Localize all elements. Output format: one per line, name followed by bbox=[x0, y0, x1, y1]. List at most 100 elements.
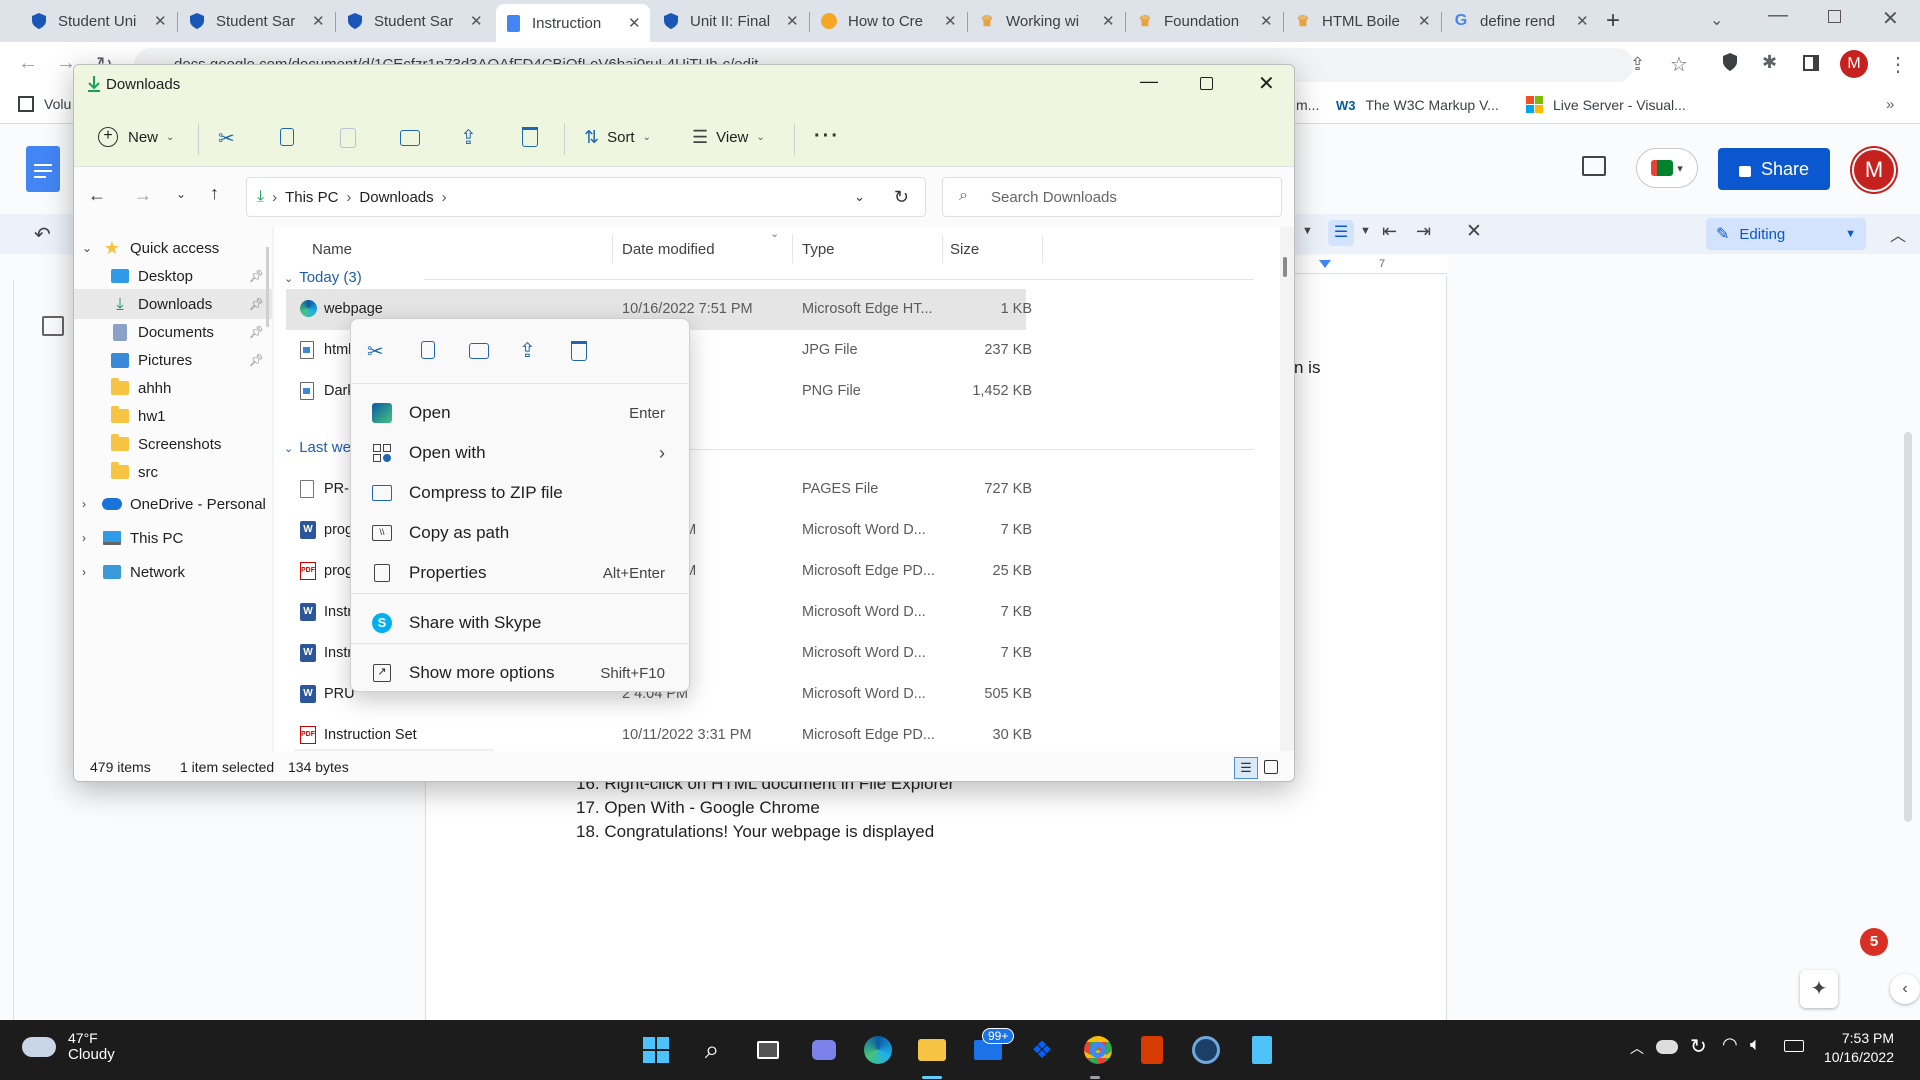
sidebar-item-this-pc[interactable]: › This PC bbox=[74, 523, 272, 553]
column-size[interactable]: Size bbox=[950, 241, 979, 258]
task-view-icon[interactable] bbox=[750, 1032, 786, 1068]
ctx-cut-icon[interactable]: ✂ bbox=[367, 339, 384, 364]
sidebar-item-downloads[interactable]: ⤓ Downloads 📌︎ bbox=[74, 289, 272, 319]
sidebar-item-pictures[interactable]: Pictures 📌︎ bbox=[74, 345, 272, 375]
view-button[interactable]: ☰ View ⌄ bbox=[692, 127, 765, 148]
share-icon[interactable]: ⇪ bbox=[460, 125, 477, 150]
extension-shield-icon[interactable] bbox=[1722, 52, 1738, 72]
restore-browser-button[interactable] bbox=[1828, 10, 1841, 23]
tab-search-icon[interactable]: ⌄ bbox=[1710, 10, 1723, 30]
notification-badge[interactable]: 5 bbox=[1860, 928, 1888, 956]
start-button[interactable] bbox=[638, 1032, 674, 1068]
explorer-minimize-button[interactable]: — bbox=[1140, 71, 1158, 92]
sidebar-item-screenshots[interactable]: Screenshots bbox=[74, 429, 272, 459]
bookmark-live-server[interactable]: Live Server - Visual... bbox=[1526, 96, 1686, 113]
minimize-browser-button[interactable]: — bbox=[1768, 4, 1788, 27]
nav-back-icon[interactable]: ← bbox=[88, 185, 106, 206]
wifi-icon[interactable]: ◠ bbox=[1722, 1034, 1738, 1055]
teams-chat-icon[interactable] bbox=[806, 1032, 842, 1068]
close-tab-icon[interactable]: ✕ bbox=[1418, 12, 1432, 30]
doc-scrollbar[interactable] bbox=[1904, 432, 1912, 822]
profile-avatar[interactable]: M bbox=[1840, 50, 1868, 78]
chevron-down-icon[interactable]: ⌄ bbox=[82, 241, 92, 255]
search-downloads-box[interactable]: ⌕ Search Downloads bbox=[942, 177, 1282, 217]
close-tab-icon[interactable]: ✕ bbox=[470, 12, 484, 30]
browser-tab-1[interactable]: Student Sar ✕ bbox=[180, 6, 334, 36]
group-header-last-week[interactable]: ⌄ Last we bbox=[284, 439, 351, 456]
file-explorer-taskbar-icon[interactable] bbox=[914, 1032, 950, 1068]
weather-widget[interactable]: 47°F Cloudy bbox=[22, 1030, 115, 1063]
chevron-right-icon[interactable]: › bbox=[82, 497, 86, 511]
browser-tab-0[interactable]: Student Uni ✕ bbox=[22, 6, 176, 36]
steam-taskbar-icon[interactable] bbox=[1188, 1032, 1224, 1068]
volume-icon[interactable]: 🔈︎ bbox=[1750, 1034, 1761, 1055]
bookmark-w3c[interactable]: W3 The W3C Markup V... bbox=[1336, 97, 1499, 113]
bookmark-truncated[interactable]: m... bbox=[1296, 97, 1319, 113]
share-button[interactable]: Share bbox=[1718, 148, 1830, 190]
ctx-rename-icon[interactable] bbox=[469, 343, 489, 359]
browser-tab-2[interactable]: Student Sar ✕ bbox=[338, 6, 492, 36]
sort-button[interactable]: ⇅ Sort ⌄ bbox=[584, 127, 651, 148]
share-page-icon[interactable]: ⇪ bbox=[1630, 54, 1645, 75]
increase-indent-icon[interactable]: ⇥ bbox=[1416, 221, 1431, 242]
close-tab-icon[interactable]: ✕ bbox=[1260, 12, 1274, 30]
outline-icon[interactable] bbox=[42, 316, 64, 336]
explorer-close-button[interactable]: ✕ bbox=[1258, 71, 1275, 96]
column-date-modified[interactable]: Date modified bbox=[622, 241, 715, 258]
edge-taskbar-icon[interactable] bbox=[860, 1032, 896, 1068]
dropdown-arrow-icon[interactable]: ▼ bbox=[1302, 225, 1313, 237]
close-tab-icon[interactable]: ✕ bbox=[312, 12, 326, 30]
battery-icon[interactable] bbox=[1784, 1040, 1804, 1052]
large-icons-view-button[interactable] bbox=[1264, 760, 1278, 774]
explorer-maximize-button[interactable] bbox=[1200, 77, 1213, 90]
vertical-ruler[interactable] bbox=[0, 280, 14, 1020]
browser-tab-3[interactable]: Instruction ✕ bbox=[496, 4, 650, 42]
nav-up-icon[interactable]: ↑ bbox=[210, 183, 219, 204]
close-tab-icon[interactable]: ✕ bbox=[1576, 12, 1590, 30]
context-menu-properties[interactable]: Properties Alt+Enter bbox=[355, 553, 687, 593]
explore-sparkle-button[interactable]: ✦ bbox=[1800, 970, 1838, 1008]
browser-tab-7[interactable]: ♛ Foundation ✕ bbox=[1128, 6, 1282, 36]
docs-profile-avatar[interactable]: M bbox=[1852, 148, 1896, 192]
copy-icon[interactable] bbox=[280, 128, 294, 146]
context-menu-compress-to-zip-file[interactable]: Compress to ZIP file bbox=[355, 473, 687, 513]
comments-icon[interactable] bbox=[1582, 156, 1606, 176]
close-tab-icon[interactable]: ✕ bbox=[628, 14, 642, 32]
group-header-today[interactable]: ⌄ Today (3) bbox=[284, 269, 362, 286]
sidebar-scrollbar[interactable] bbox=[266, 247, 269, 327]
paste-icon[interactable] bbox=[340, 128, 356, 148]
column-name[interactable]: Name bbox=[312, 241, 352, 258]
delete-icon[interactable] bbox=[522, 127, 538, 147]
more-bookmarks-icon[interactable]: » bbox=[1886, 96, 1894, 113]
ctx-delete-icon[interactable] bbox=[571, 341, 587, 361]
rename-icon[interactable] bbox=[400, 130, 420, 146]
indent-marker-icon[interactable] bbox=[1319, 260, 1331, 268]
context-menu-copy-as-path[interactable]: \\ Copy as path bbox=[355, 513, 687, 553]
nav-forward-icon[interactable]: → bbox=[134, 185, 152, 206]
search-taskbar-icon[interactable]: ⌕ bbox=[694, 1032, 730, 1068]
show-hidden-icons-icon[interactable]: ︿ bbox=[1630, 1038, 1644, 1058]
numbered-list-menu-icon[interactable]: ▼ bbox=[1360, 225, 1371, 237]
file-list-scrollbar[interactable] bbox=[1282, 257, 1288, 747]
sidebar-item-ahhh[interactable]: ahhh bbox=[74, 373, 272, 403]
breadcrumb-this-pc[interactable]: This PC bbox=[285, 189, 338, 206]
refresh-icon[interactable]: ↻ bbox=[894, 187, 909, 208]
editing-mode-dropdown[interactable]: ✎ Editing ▼ bbox=[1706, 218, 1866, 250]
browser-tab-9[interactable]: Gdefine rend ✕ bbox=[1444, 6, 1598, 36]
sidebar-item-hw1[interactable]: hw1 bbox=[74, 401, 272, 431]
clear-formatting-icon[interactable]: ✕ bbox=[1466, 220, 1482, 243]
browser-tab-8[interactable]: ♛ HTML Boile ✕ bbox=[1286, 6, 1440, 36]
back-icon[interactable]: ← bbox=[18, 52, 38, 75]
close-tab-icon[interactable]: ✕ bbox=[154, 12, 168, 30]
context-menu-open-with[interactable]: Open with › bbox=[355, 433, 687, 473]
numbered-list-icon[interactable]: ☰ bbox=[1328, 220, 1354, 246]
breadcrumb-downloads[interactable]: Downloads bbox=[359, 189, 433, 206]
context-menu-open[interactable]: Open Enter bbox=[355, 393, 687, 433]
browser-tab-4[interactable]: Unit II: Final ✕ bbox=[654, 6, 808, 36]
bookmark-volu[interactable]: Volu bbox=[18, 96, 71, 112]
office-taskbar-icon[interactable] bbox=[1134, 1032, 1170, 1068]
sidebar-item-desktop[interactable]: Desktop 📌︎ bbox=[74, 261, 272, 291]
more-options-icon[interactable]: ··· bbox=[814, 125, 840, 148]
chrome-menu-icon[interactable]: ⋮ bbox=[1888, 52, 1908, 77]
chrome-taskbar-icon[interactable] bbox=[1080, 1032, 1116, 1068]
